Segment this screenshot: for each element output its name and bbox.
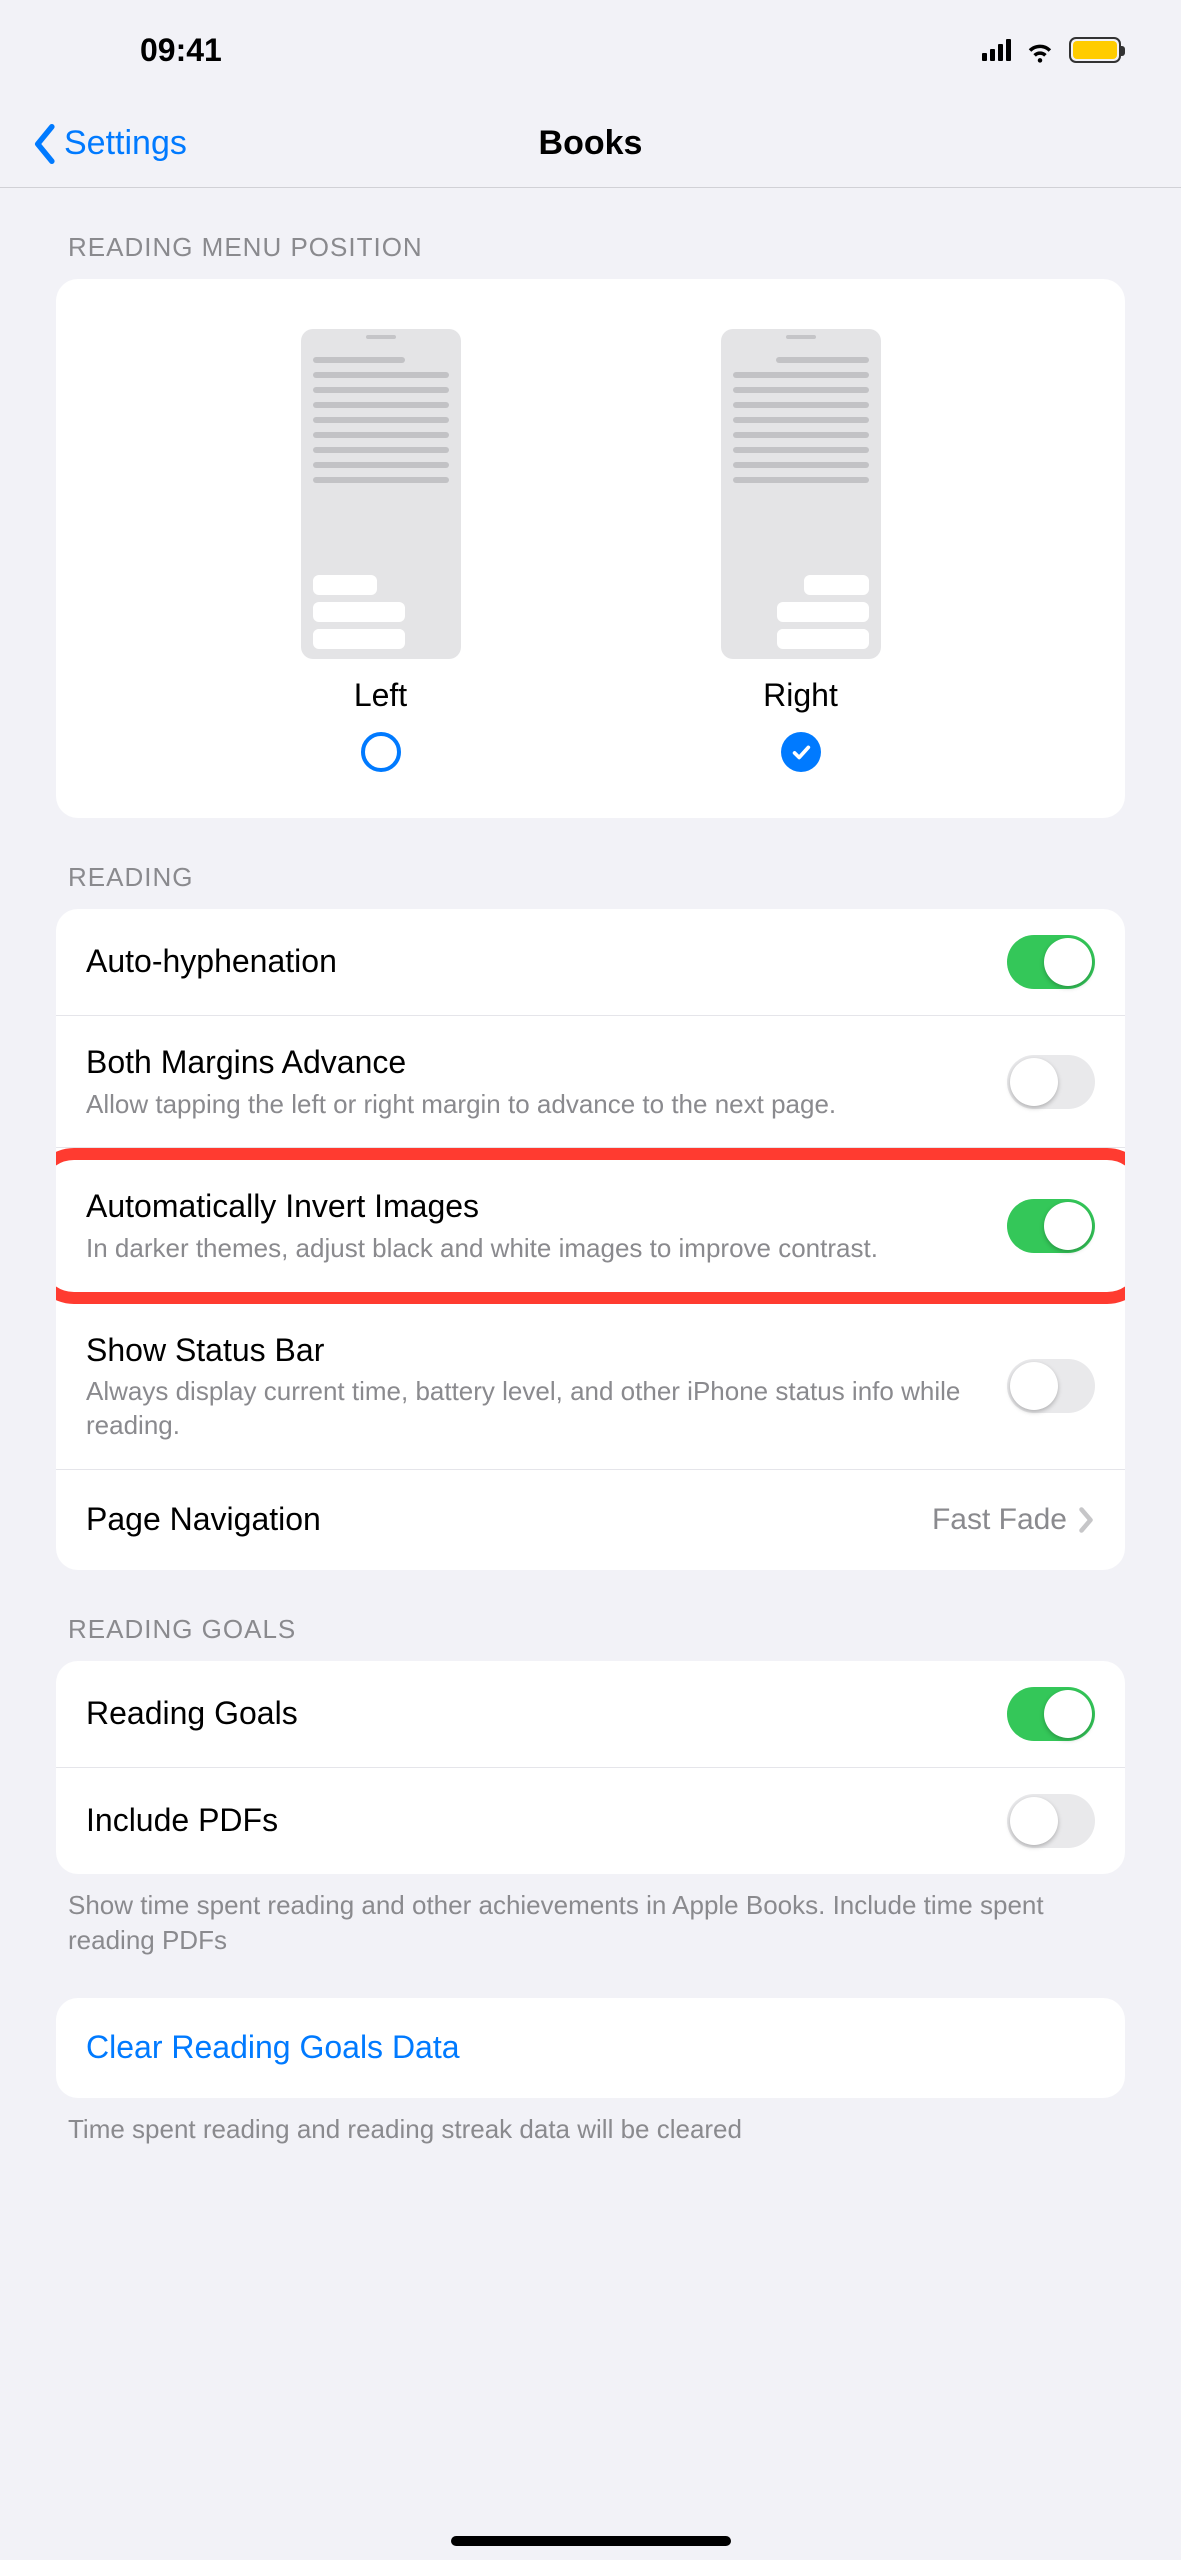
menu-position-right-preview	[721, 329, 881, 659]
reading-settings-group: Auto-hyphenation Both Margins Advance Al…	[56, 909, 1125, 1570]
include-pdfs-toggle[interactable]	[1007, 1794, 1095, 1848]
menu-position-right-label: Right	[763, 677, 838, 714]
chevron-left-icon	[30, 122, 58, 166]
section-header-reading: READING	[56, 818, 1125, 909]
page-title: Books	[539, 124, 643, 163]
invert-images-label: Automatically Invert Images	[86, 1186, 987, 1228]
menu-position-left-label: Left	[354, 677, 407, 714]
radio-unchecked-icon	[361, 732, 401, 772]
wifi-icon	[1025, 35, 1055, 65]
row-reading-goals: Reading Goals	[56, 1661, 1125, 1768]
row-both-margins: Both Margins Advance Allow tapping the l…	[56, 1016, 1125, 1148]
back-button[interactable]: Settings	[30, 100, 187, 187]
radio-checked-icon	[781, 732, 821, 772]
status-bar-toggle[interactable]	[1007, 1359, 1095, 1413]
back-label: Settings	[64, 124, 187, 163]
auto-hyphenation-label: Auto-hyphenation	[86, 941, 987, 983]
page-navigation-label: Page Navigation	[86, 1499, 912, 1541]
both-margins-label: Both Margins Advance	[86, 1042, 987, 1084]
row-invert-images: Automatically Invert Images In darker th…	[56, 1160, 1125, 1291]
home-indicator	[451, 2536, 731, 2546]
navbar: Settings Books	[0, 100, 1181, 188]
row-status-bar: Show Status Bar Always display current t…	[56, 1304, 1125, 1470]
auto-hyphenation-toggle[interactable]	[1007, 935, 1095, 989]
clear-reading-goals-button[interactable]: Clear Reading Goals Data	[56, 1998, 1125, 2098]
invert-images-sub: In darker themes, adjust black and white…	[86, 1232, 987, 1266]
reading-menu-position-group: Left Right	[56, 279, 1125, 818]
both-margins-toggle[interactable]	[1007, 1055, 1095, 1109]
chevron-right-icon	[1077, 1505, 1095, 1535]
goals-footer: Show time spent reading and other achiev…	[56, 1874, 1125, 1964]
status-bar: 09:41	[0, 0, 1181, 100]
cellular-icon	[982, 39, 1011, 61]
battery-icon	[1069, 37, 1121, 63]
both-margins-sub: Allow tapping the left or right margin t…	[86, 1088, 987, 1122]
menu-position-left[interactable]: Left	[301, 329, 461, 772]
status-bar-label: Show Status Bar	[86, 1330, 987, 1372]
menu-position-left-preview	[301, 329, 461, 659]
status-time: 09:41	[140, 32, 222, 69]
page-navigation-value: Fast Fade	[932, 1503, 1067, 1537]
status-bar-sub: Always display current time, battery lev…	[86, 1375, 987, 1443]
reading-goals-toggle[interactable]	[1007, 1687, 1095, 1741]
clear-reading-goals-label: Clear Reading Goals Data	[86, 2027, 1075, 2069]
invert-images-toggle[interactable]	[1007, 1199, 1095, 1253]
row-auto-hyphenation: Auto-hyphenation	[56, 909, 1125, 1016]
section-header-reading-menu: READING MENU POSITION	[56, 188, 1125, 279]
highlighted-invert-images: Automatically Invert Images In darker th…	[56, 1148, 1125, 1303]
row-page-navigation[interactable]: Page Navigation Fast Fade	[56, 1470, 1125, 1570]
status-right	[982, 35, 1121, 65]
clear-group: Clear Reading Goals Data	[56, 1998, 1125, 2098]
reading-goals-group: Reading Goals Include PDFs	[56, 1661, 1125, 1874]
row-include-pdfs: Include PDFs	[56, 1768, 1125, 1874]
reading-goals-label: Reading Goals	[86, 1693, 987, 1735]
include-pdfs-label: Include PDFs	[86, 1800, 987, 1842]
menu-position-right[interactable]: Right	[721, 329, 881, 772]
section-header-goals: READING GOALS	[56, 1570, 1125, 1661]
clear-footer: Time spent reading and reading streak da…	[56, 2098, 1125, 2153]
